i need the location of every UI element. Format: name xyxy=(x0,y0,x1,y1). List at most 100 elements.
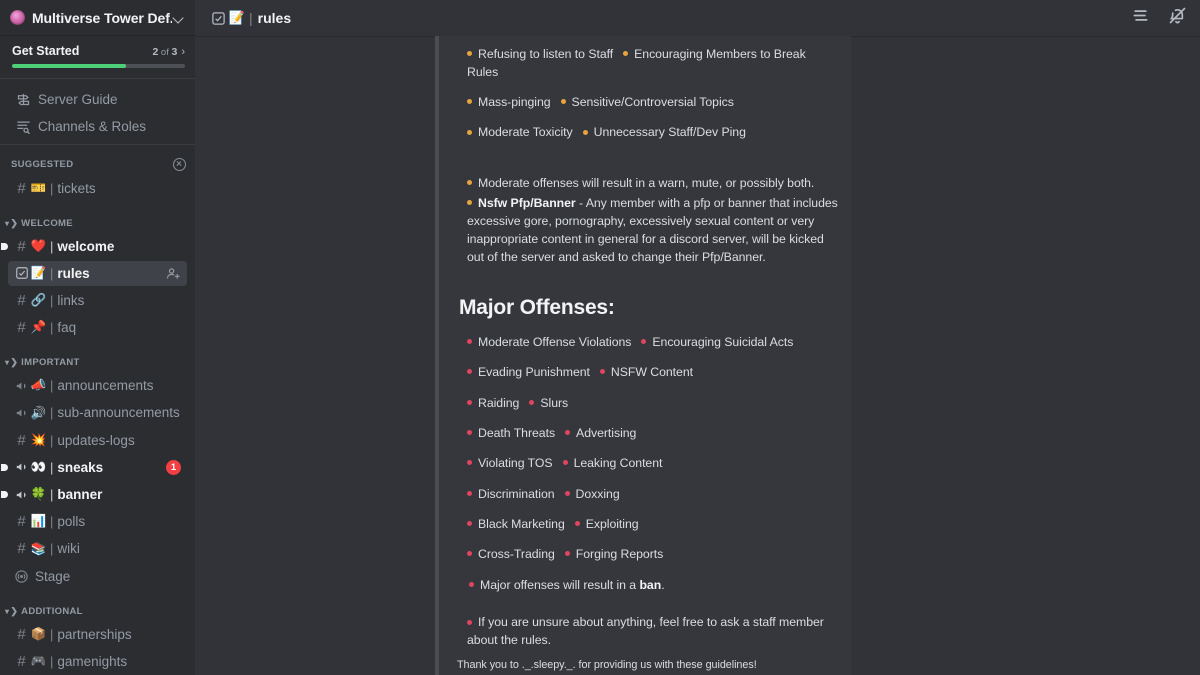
sidebar-item-polls[interactable]: # 📊 | polls xyxy=(8,509,187,534)
sidebar-item-stage[interactable]: Stage xyxy=(8,564,187,589)
pipe-separator: | xyxy=(50,541,54,557)
bullet-dot-red xyxy=(467,430,472,436)
sidebar-item-updates-logs[interactable]: # 💥 | updates-logs xyxy=(8,427,187,452)
bullet-dot-yellow xyxy=(560,99,566,105)
category-important[interactable]: ▾ ❯ IMPORTANT xyxy=(0,353,195,372)
offense-item: Evading Punishment xyxy=(478,365,590,380)
signpost-icon xyxy=(14,92,33,107)
sidebar-item-server-guide[interactable]: Server Guide xyxy=(8,86,187,112)
bullet-dot-red xyxy=(529,399,535,405)
channel-name: faq xyxy=(57,320,77,336)
major-offense-row: Discrimination Doxxing xyxy=(467,486,839,504)
pipe-separator: | xyxy=(50,653,54,669)
add-member-icon[interactable] xyxy=(166,266,181,281)
suggested-header: SUGGESTED xyxy=(0,154,195,175)
bullet-dot-red xyxy=(467,521,472,527)
rules-checkbox-icon xyxy=(209,11,227,26)
channel-name: partnerships xyxy=(57,626,132,642)
sidebar-item-rules[interactable]: 📝 | rules xyxy=(8,260,187,286)
get-started-section[interactable]: Get Started 2 of 3 › xyxy=(0,36,195,79)
offense-item: Doxxing xyxy=(575,486,620,501)
channel-emoji: 🎫 xyxy=(30,180,47,195)
sidebar-item-sneaks[interactable]: 👀 | sneaks 1 xyxy=(1,455,187,480)
channel-emoji: 📦 xyxy=(30,626,47,641)
major-offense-row: Raiding Slurs xyxy=(467,395,839,413)
discord-app: Multiverse Tower Def... Get Started 2 of… xyxy=(0,0,1200,675)
sidebar-item-announcements[interactable]: 📣 | announcements xyxy=(8,373,187,398)
threads-icon[interactable] xyxy=(1130,5,1151,31)
major-offense-row: Violating TOS Leaking Content xyxy=(467,455,839,473)
bullet-dot-red xyxy=(467,619,472,625)
channel-name: announcements xyxy=(57,378,154,394)
channel-name: banner xyxy=(57,487,103,502)
channel-name: sub-announcements xyxy=(57,405,180,421)
sidebar-item-wiki[interactable]: # 📚 | wiki xyxy=(8,536,187,561)
offense-item: Exploiting xyxy=(585,516,639,531)
offense-item: Discrimination xyxy=(478,486,555,501)
server-header[interactable]: Multiverse Tower Def... xyxy=(0,0,195,36)
announcement-icon xyxy=(13,460,30,474)
offense-item: Moderate Toxicity xyxy=(478,125,573,140)
category-additional[interactable]: ▾ ❯ ADDITIONAL xyxy=(0,602,195,621)
channel-emoji: 👀 xyxy=(30,460,47,475)
pipe-separator: | xyxy=(50,265,54,281)
sidebar-item-channels-roles[interactable]: Channels & Roles xyxy=(8,113,187,139)
channel-emoji: 🎮 xyxy=(30,654,47,669)
pipe-separator: | xyxy=(50,514,54,530)
pipe-separator: | xyxy=(50,405,54,421)
major-offense-row: Cross-Trading Forging Reports xyxy=(467,546,839,564)
sidebar-item-banner[interactable]: 🍀 | banner xyxy=(1,482,187,507)
sidebar-item-gamenights[interactable]: # 🎮 | gamenights xyxy=(8,649,187,674)
bullet-dot-red xyxy=(564,551,570,557)
nsfw-rule-paragraph: Nsfw Pfp/Banner - Any member with a pfp … xyxy=(467,194,839,266)
rules-checkbox-icon xyxy=(13,266,30,280)
page-title: rules xyxy=(257,10,292,26)
channel-emoji: 🔊 xyxy=(30,405,47,420)
offense-item: Sensitive/Controversial Topics xyxy=(571,95,734,110)
sidebar-item-welcome[interactable]: # ❤️ | welcome xyxy=(1,233,187,258)
bullet-dot-yellow xyxy=(467,51,472,57)
server-name: Multiverse Tower Def... xyxy=(32,9,172,26)
chevron-right-icon[interactable]: › xyxy=(181,46,185,58)
category-label: IMPORTANT xyxy=(21,357,80,369)
offense-item: Black Marketing xyxy=(478,516,565,531)
channel-name: welcome xyxy=(57,238,115,254)
sidebar-item-sub-announcements[interactable]: 🔊 | sub-announcements xyxy=(8,400,187,425)
get-started-progressbar xyxy=(12,64,185,68)
get-started-title: Get Started xyxy=(12,44,80,58)
category-welcome[interactable]: ▾ ❯ WELCOME xyxy=(0,214,195,233)
sidebar-item-faq[interactable]: # 📌 | faq xyxy=(8,315,187,340)
bullet-dot-red xyxy=(565,430,571,436)
suggested-label: SUGGESTED xyxy=(11,158,74,170)
sidebar-item-links[interactable]: # 🔗 | links xyxy=(8,288,187,313)
sidebar-item-tickets[interactable]: # 🎫 | tickets xyxy=(8,176,187,201)
moderate-offense-row: Mass-pinging Sensitive/Controversial Topi… xyxy=(467,94,839,112)
server-avatar xyxy=(10,10,25,25)
announcement-icon xyxy=(13,406,30,420)
bullet-dot-red xyxy=(574,521,580,527)
pipe-separator: | xyxy=(50,487,54,502)
message-scroll-area[interactable]: Refusing to listen to Staff Encouraging M… xyxy=(195,36,1200,675)
offense-item: NSFW Content xyxy=(610,365,693,380)
hash-icon: # xyxy=(17,237,26,255)
dismiss-circle-icon[interactable] xyxy=(173,157,186,171)
pipe-separator: | xyxy=(50,378,54,394)
major-result-pre: Major offenses will result in a xyxy=(480,577,640,592)
major-offense-row: Moderate Offense Violations Encouraging S… xyxy=(467,334,839,352)
bullet-dot-red xyxy=(467,551,472,557)
major-offense-row: Evading Punishment NSFW Content xyxy=(467,364,839,382)
sidebar-item-partnerships[interactable]: # 📦 | partnerships xyxy=(8,621,187,646)
offense-item: Death Threats xyxy=(478,425,556,440)
pipe-separator: | xyxy=(50,320,54,336)
bell-muted-icon[interactable] xyxy=(1167,5,1188,31)
unsure-text: If you are unsure about anything, feel f… xyxy=(467,615,824,648)
bullet-dot-yellow xyxy=(467,129,472,135)
offense-item: Slurs xyxy=(540,395,569,410)
chevron-down-icon[interactable] xyxy=(172,11,186,25)
message-list: Refusing to listen to Staff Encouraging M… xyxy=(195,36,1200,675)
channel-emoji: 🔗 xyxy=(30,293,47,308)
offense-item: Mass-pinging xyxy=(478,95,551,110)
chevron-down-icon: ▾ xyxy=(5,358,10,368)
bullet-dot-red xyxy=(467,460,472,466)
moderate-offense-row: Moderate Toxicity Unnecessary Staff/Dev P… xyxy=(467,124,839,142)
